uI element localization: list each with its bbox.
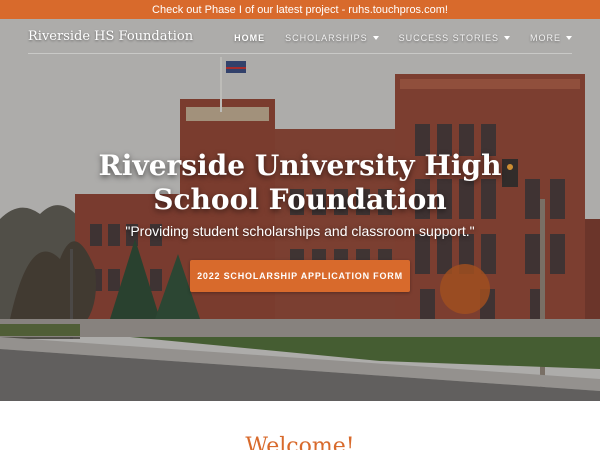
nav-item-success-stories[interactable]: SUCCESS STORIES xyxy=(399,33,510,43)
nav-item-label: SCHOLARSHIPS xyxy=(285,33,368,43)
announcement-text[interactable]: Check out Phase I of our latest project … xyxy=(152,4,448,16)
nav-item-label: SUCCESS STORIES xyxy=(398,33,499,43)
welcome-heading: Welcome! xyxy=(245,434,355,450)
nav-item-scholarships[interactable]: SCHOLARSHIPS xyxy=(285,33,379,43)
nav-divider xyxy=(28,53,572,54)
hero-title: Riverside University High School Foundat… xyxy=(0,149,600,217)
chevron-down-icon xyxy=(504,36,510,40)
nav-item-home[interactable]: HOME xyxy=(234,33,265,43)
nav-item-label: HOME xyxy=(234,33,266,43)
hero-title-line-2: School Foundation xyxy=(153,183,447,216)
hero-subtitle: "Providing student scholarships and clas… xyxy=(125,223,475,239)
nav-menu: HOME SCHOLARSHIPS SUCCESS STORIES MORE xyxy=(214,33,572,43)
top-navigation: Riverside HS Foundation HOME SCHOLARSHIP… xyxy=(0,19,600,55)
scholarship-application-button[interactable]: 2022 SCHOLARSHIP APPLICATION FORM xyxy=(190,260,410,292)
hero-title-line-1: Riverside University High xyxy=(98,149,502,182)
chevron-down-icon xyxy=(372,36,379,40)
chevron-down-icon xyxy=(566,36,572,40)
nav-item-label: MORE xyxy=(530,33,561,43)
site-brand[interactable]: Riverside HS Foundation xyxy=(28,29,193,44)
announcement-bar[interactable]: Check out Phase I of our latest project … xyxy=(0,0,600,19)
nav-item-more[interactable]: MORE xyxy=(530,33,572,43)
